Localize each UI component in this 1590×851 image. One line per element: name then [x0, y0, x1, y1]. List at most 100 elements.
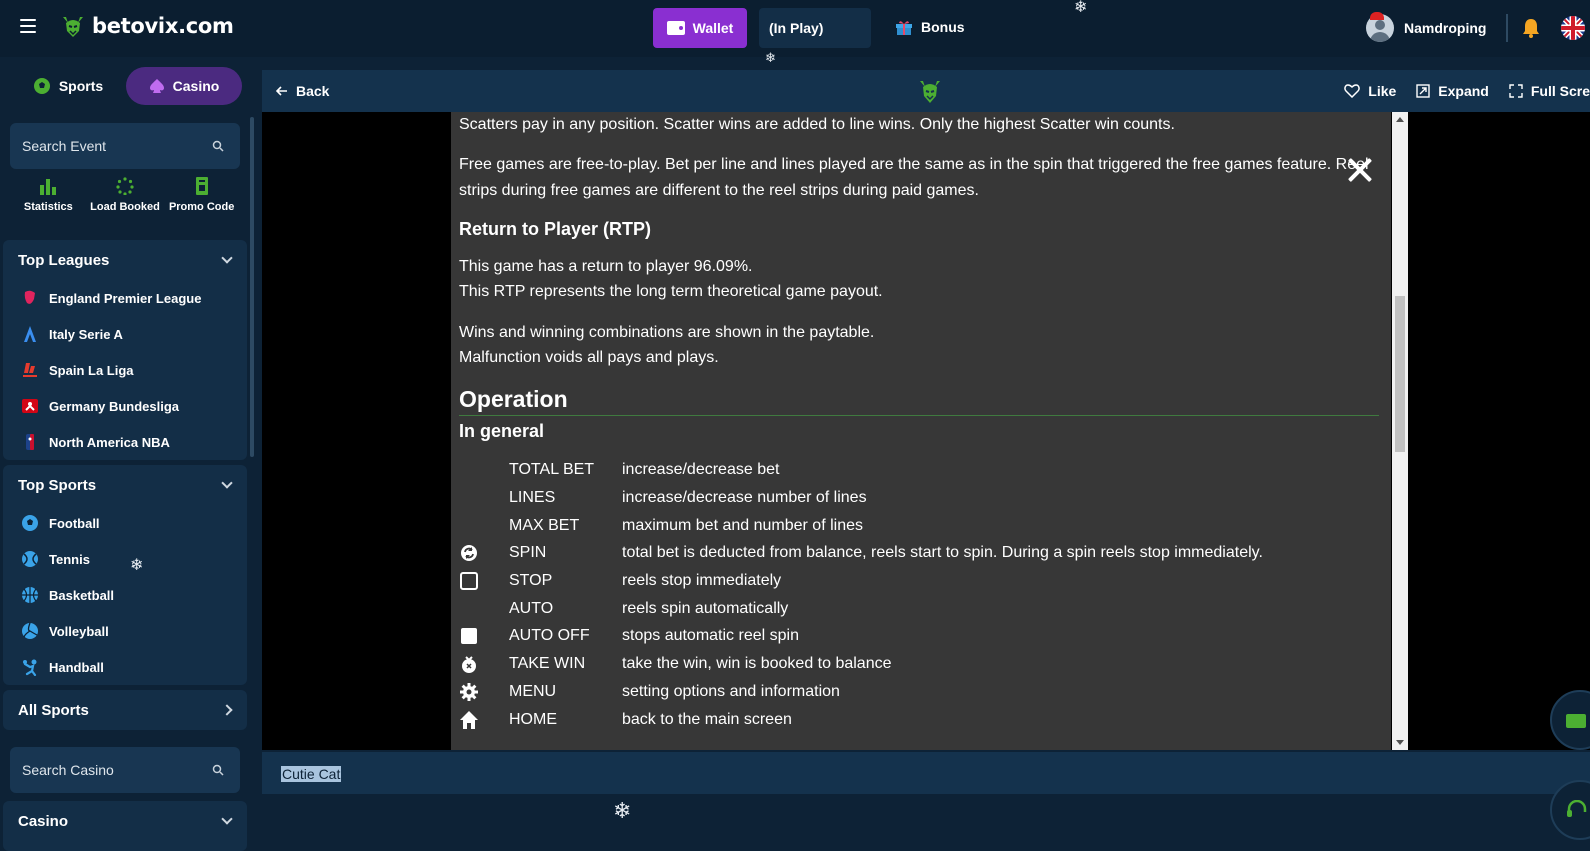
top-leagues-header[interactable]: Top Leagues — [3, 240, 247, 280]
league-item-epl[interactable]: England Premier League — [3, 280, 247, 316]
scroll-up-icon[interactable] — [1396, 117, 1404, 122]
sidebar-scrollbar[interactable] — [250, 117, 254, 457]
viking-logo-icon — [920, 81, 940, 103]
sport-label: Football — [49, 515, 100, 531]
wins-text: Malfunction voids all pays and plays. — [459, 349, 719, 366]
promo-code-label: Promo Code — [168, 201, 235, 213]
expand-button[interactable]: Expand — [1416, 83, 1489, 99]
sport-item-basketball[interactable]: Basketball — [3, 577, 247, 613]
rtp-text: This game has a return to player 96.09%. — [459, 258, 753, 275]
control-row: AUTO OFF stops automatic reel spin — [459, 622, 1379, 650]
search-casino-input[interactable]: Search Casino — [10, 747, 240, 793]
sport-label: Basketball — [49, 587, 115, 603]
sport-casino-tabs: Sports Casino — [10, 67, 242, 105]
inplay-label: (In Play) — [769, 20, 824, 36]
load-booked-label: Load Booked — [90, 201, 160, 213]
statistics-link[interactable]: Statistics — [13, 177, 83, 213]
league-item-nba[interactable]: North America NBA — [3, 424, 247, 460]
site-logo[interactable]: betovix.com — [60, 13, 234, 39]
quick-links: Statistics Load Booked Promo Code — [10, 177, 240, 213]
all-sports-header[interactable]: All Sports — [3, 690, 247, 730]
search-casino-placeholder: Search Casino — [22, 762, 114, 778]
menu-icon[interactable] — [20, 19, 36, 33]
load-booked-link[interactable]: Load Booked — [90, 177, 160, 213]
league-item-bundesliga[interactable]: Germany Bundesliga — [3, 388, 247, 424]
uk-flag-icon[interactable] — [1561, 16, 1585, 40]
bell-icon[interactable] — [1522, 18, 1540, 38]
sport-label: Tennis — [49, 551, 90, 567]
wallet-icon — [666, 21, 685, 35]
back-button[interactable]: Back — [276, 83, 329, 99]
fullscreen-button[interactable]: Full Scre — [1509, 83, 1590, 99]
volleyball-icon — [22, 622, 38, 639]
scroll-thumb[interactable] — [1395, 296, 1405, 452]
promo-code-link[interactable]: Promo Code — [167, 177, 237, 213]
game-frame[interactable]: Scatters pay in any position. Scatter wi… — [262, 112, 1590, 750]
fullscreen-icon — [1509, 84, 1523, 98]
control-key: HOME — [509, 711, 557, 728]
sport-label: Volleyball — [49, 623, 109, 639]
sport-item-tennis[interactable]: Tennis — [3, 541, 247, 577]
top-sports-header[interactable]: Top Sports — [3, 465, 247, 505]
search-event-placeholder: Search Event — [22, 138, 107, 154]
ticket-icon — [1566, 714, 1586, 728]
league-label: England Premier League — [49, 290, 202, 306]
premier-league-icon — [24, 290, 35, 304]
league-item-serie-a[interactable]: Italy Serie A — [3, 316, 247, 352]
control-key: TAKE WIN — [509, 655, 586, 672]
home-icon — [460, 711, 478, 729]
top-sports-title: Top Sports — [18, 476, 97, 494]
sport-item-handball[interactable]: Handball — [3, 649, 247, 685]
control-row: STOP reels stop immediately — [459, 567, 1379, 595]
search-event-input[interactable]: Search Event — [10, 123, 240, 169]
close-help-button[interactable] — [1347, 157, 1373, 183]
bar-chart-icon — [40, 179, 57, 195]
control-key: AUTO — [509, 600, 554, 617]
bundesliga-icon — [22, 399, 38, 413]
viking-logo-icon — [63, 17, 83, 37]
soccer-ball-icon — [33, 78, 50, 94]
league-label: Spain La Liga — [49, 362, 134, 378]
take-win-icon — [462, 656, 476, 673]
control-desc: increase/decrease bet — [622, 461, 780, 478]
sidebar: Sports Casino Search Event Statistics Lo… — [0, 57, 256, 851]
control-row: LINES increase/decrease number of lines — [459, 484, 1379, 512]
scroll-down-icon[interactable] — [1396, 740, 1404, 745]
sport-item-volleyball[interactable]: Volleyball — [3, 613, 247, 649]
tab-sports[interactable]: Sports — [10, 67, 126, 105]
chevron-down-icon — [221, 252, 233, 264]
rtp-heading: Return to Player (RTP) — [459, 219, 652, 239]
handball-icon — [23, 659, 37, 676]
snowflake-icon: ❄ — [613, 798, 632, 823]
control-desc: increase/decrease number of lines — [622, 489, 867, 506]
control-row: HOME back to the main screen — [459, 706, 1379, 734]
control-key: TOTAL BET — [509, 461, 595, 478]
all-sports-section[interactable]: All Sports — [3, 690, 247, 730]
like-button[interactable]: Like — [1344, 83, 1396, 99]
casino-section[interactable]: Casino — [3, 801, 247, 851]
bonus-button[interactable]: Bonus — [895, 18, 965, 36]
league-item-la-liga[interactable]: Spain La Liga — [3, 352, 247, 388]
control-row: AUTO reels spin automatically — [459, 595, 1379, 623]
operation-heading-block: Operation — [459, 386, 1379, 416]
help-panel: Scatters pay in any position. Scatter wi… — [451, 112, 1391, 750]
wallet-button[interactable]: Wallet — [653, 8, 747, 48]
league-label: Italy Serie A — [49, 326, 123, 342]
snowflake-icon: ❄ — [765, 50, 776, 65]
user-profile[interactable]: Namdroping — [1366, 14, 1486, 42]
sport-item-football[interactable]: Football — [3, 505, 247, 541]
casino-section-header[interactable]: Casino — [3, 801, 247, 841]
all-sports-title: All Sports — [18, 701, 89, 719]
game-title: Cutie Cat — [281, 766, 342, 782]
back-label: Back — [296, 83, 330, 99]
league-label: Germany Bundesliga — [49, 398, 180, 414]
inplay-button[interactable]: (In Play) — [759, 8, 871, 48]
chevron-down-icon — [221, 477, 233, 489]
tab-casino[interactable]: Casino — [126, 67, 242, 105]
help-scrollbar[interactable] — [1392, 112, 1408, 750]
control-row: TOTAL BET increase/decrease bet — [459, 456, 1379, 484]
game-title-bar: Cutie Cat — [262, 752, 1590, 794]
heart-icon — [1344, 84, 1361, 98]
control-key: LINES — [509, 489, 556, 506]
control-desc: back to the main screen — [622, 711, 792, 728]
